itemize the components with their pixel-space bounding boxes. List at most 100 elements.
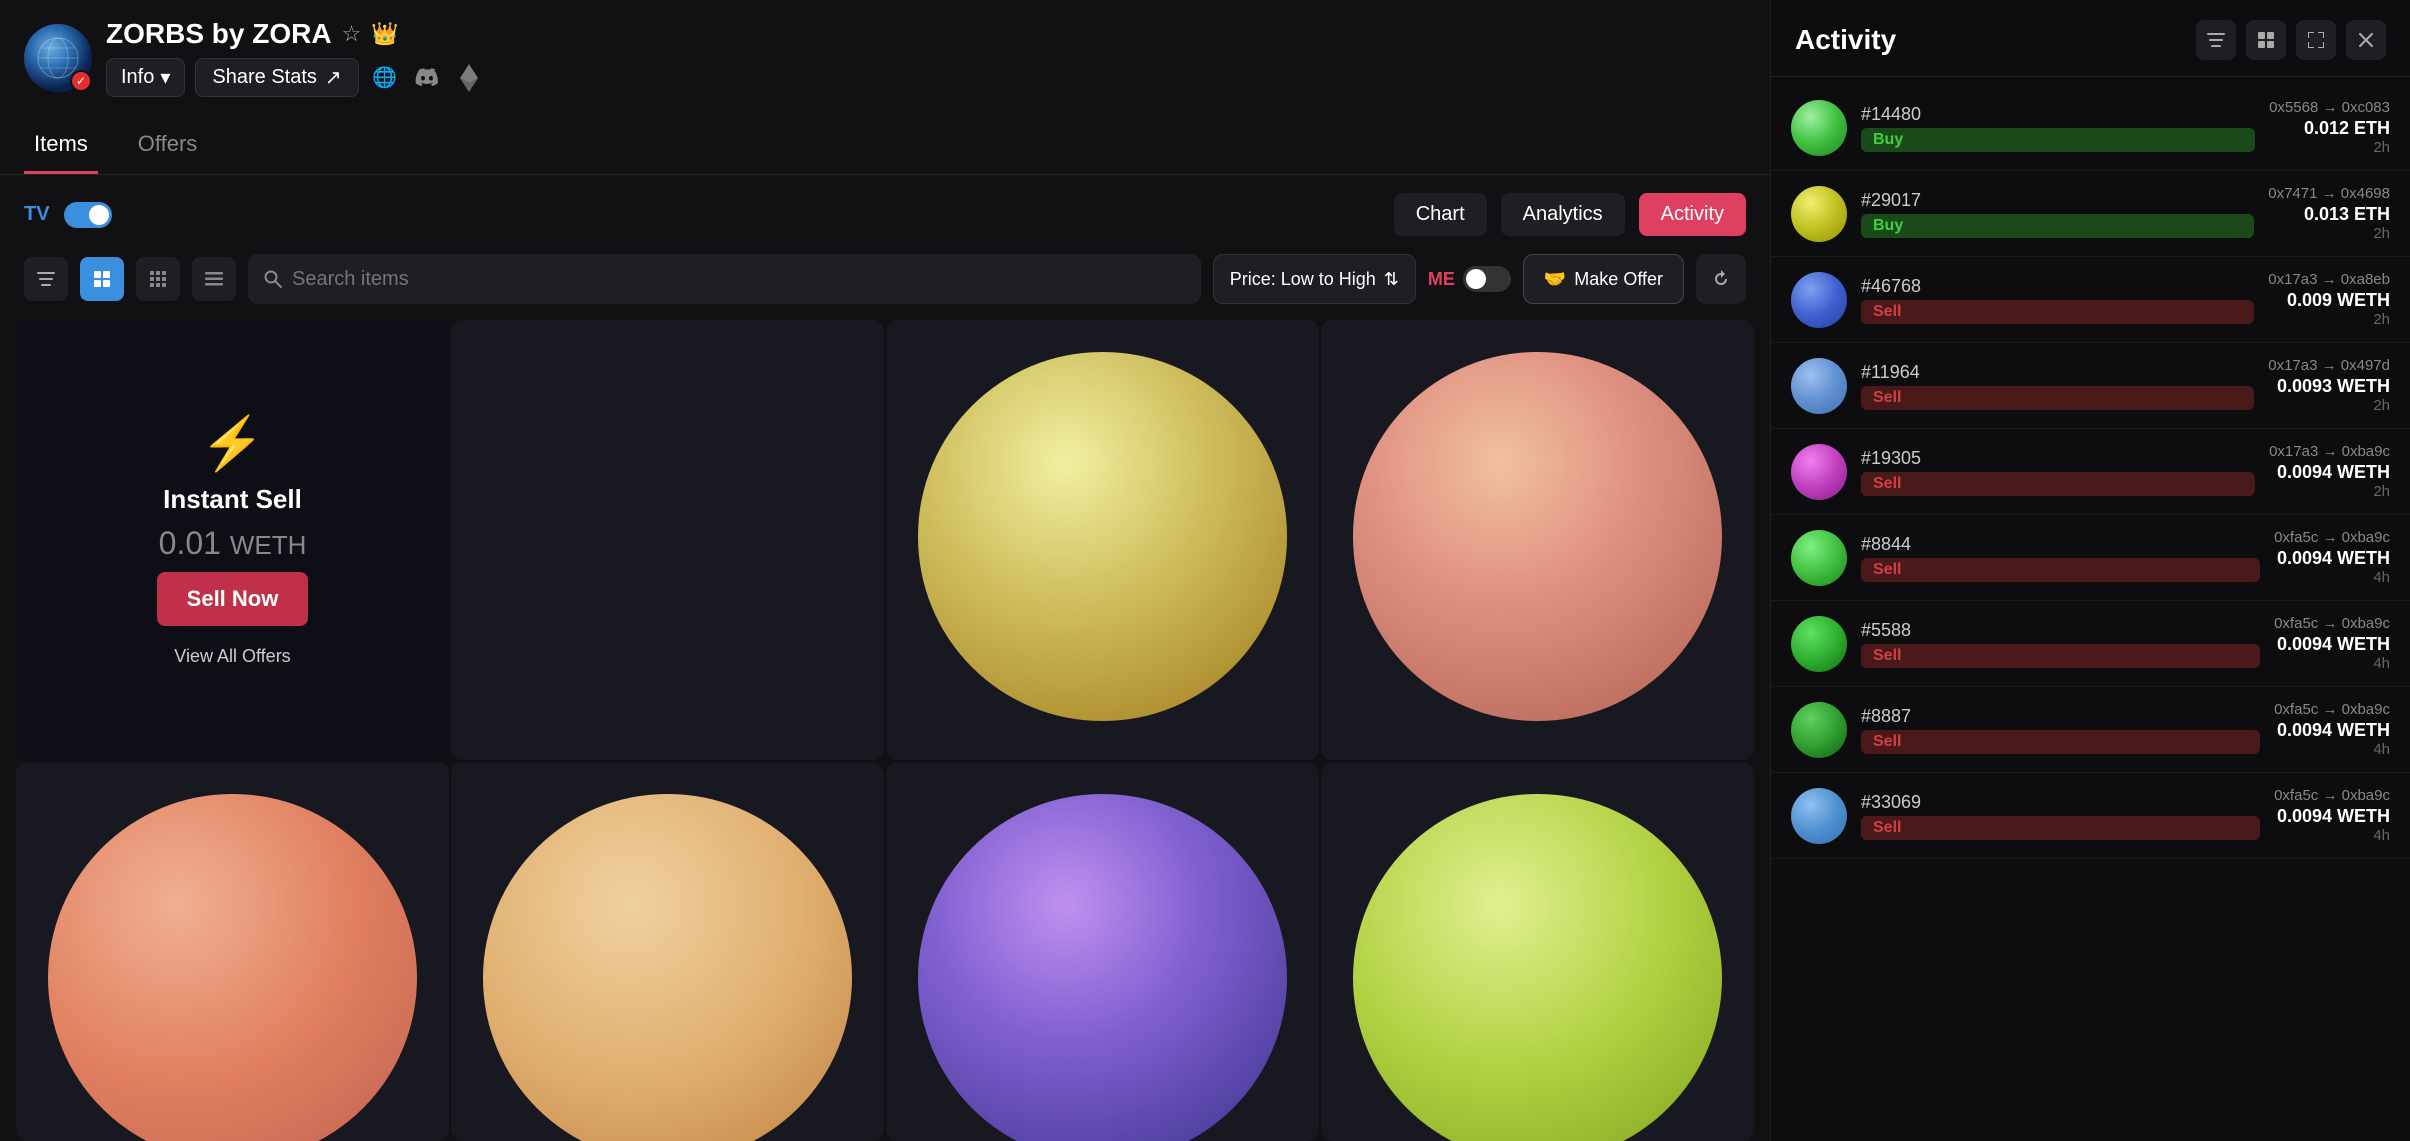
item-card[interactable]: #4159 0.012 ETH Last 0.01 ETH xyxy=(1321,320,1754,760)
toggle-knob xyxy=(89,205,109,225)
me-toggle-switch[interactable] xyxy=(1463,266,1511,292)
collection-title: ZORBS by ZORA xyxy=(106,18,332,50)
sell-now-button[interactable]: Sell Now xyxy=(157,572,309,626)
refresh-button[interactable] xyxy=(1696,254,1746,304)
activity-list: #14480 Buy 0x5568 → 0xc083 0.012 ETH 2h … xyxy=(1771,77,2410,1141)
activity-info: #29017 Buy xyxy=(1861,190,2254,238)
activity-time: 4h xyxy=(2274,655,2390,672)
activity-row[interactable]: #46768 Sell 0x17a3 → 0xa8eb 0.009 WETH 2… xyxy=(1771,257,2410,343)
item-card[interactable]: #23844 0.0119 ETH Last 0.0289 ETH xyxy=(886,320,1319,760)
activity-time: 2h xyxy=(2268,311,2390,328)
activity-type-badge: Sell xyxy=(1861,300,2254,324)
orb-image xyxy=(483,352,851,720)
analytics-button[interactable]: Analytics xyxy=(1501,193,1625,236)
grid-large-button[interactable] xyxy=(80,257,124,301)
activity-tx: 0x17a3 → 0x497d xyxy=(2268,357,2390,374)
orb-image xyxy=(918,794,1286,1141)
activity-tx: 0x7471 → 0x4698 xyxy=(2268,185,2390,202)
activity-amount: 0.0094 WETH xyxy=(2274,548,2390,569)
item-card[interactable] xyxy=(451,762,884,1141)
discord-icon[interactable] xyxy=(411,62,443,94)
activity-row[interactable]: #11964 Sell 0x17a3 → 0x497d 0.0093 WETH … xyxy=(1771,343,2410,429)
instant-sell-price: 0.01 WETH xyxy=(159,525,307,562)
activity-amount: 0.0094 WETH xyxy=(2274,806,2390,827)
items-grid: ⚡ Instant Sell 0.01 WETH Sell Now View A… xyxy=(0,320,1770,1141)
activity-row[interactable]: #8844 Sell 0xfa5c → 0xba9c 0.0094 WETH 4… xyxy=(1771,515,2410,601)
filter-button[interactable] xyxy=(24,257,68,301)
activity-right: 0xfa5c → 0xba9c 0.0094 WETH 4h xyxy=(2274,701,2390,758)
share-stats-button[interactable]: Share Stats ↗ xyxy=(195,58,358,97)
sort-dropdown[interactable]: Price: Low to High ⇅ xyxy=(1213,254,1416,304)
item-card[interactable]: #11964 0.0119 ETH Last 0.0093 WETH xyxy=(451,320,884,760)
expand-activity-button[interactable] xyxy=(2296,20,2336,60)
chart-button[interactable]: Chart xyxy=(1394,193,1487,236)
activity-nft-orb xyxy=(1791,530,1847,586)
activity-nft-id: #46768 xyxy=(1861,276,2254,297)
tab-offers[interactable]: Offers xyxy=(128,115,208,174)
activity-nft-orb xyxy=(1791,616,1847,672)
activity-nft-id: #14480 xyxy=(1861,104,2255,125)
header: ✓ ZORBS by ZORA ☆ 👑 Info ▾ Share Stats ↗ xyxy=(0,0,1770,109)
item-image xyxy=(451,320,884,753)
item-info: #4159 0.012 ETH Last 0.01 ETH xyxy=(1321,753,1754,760)
crown-icon: 👑 xyxy=(371,21,398,47)
orb-image xyxy=(48,794,416,1141)
item-card[interactable] xyxy=(1321,762,1754,1141)
activity-amount: 0.0094 WETH xyxy=(2269,462,2390,483)
activity-type-badge: Sell xyxy=(1861,730,2260,754)
instant-sell-card[interactable]: ⚡ Instant Sell 0.01 WETH Sell Now View A… xyxy=(16,320,449,760)
activity-type-badge: Buy xyxy=(1861,128,2255,152)
activity-right: 0x7471 → 0x4698 0.013 ETH 2h xyxy=(2268,185,2390,242)
me-toggle-area: ME xyxy=(1428,266,1511,292)
item-image xyxy=(16,762,449,1141)
list-view-button[interactable] xyxy=(192,257,236,301)
info-button[interactable]: Info ▾ xyxy=(106,58,185,97)
item-card[interactable] xyxy=(886,762,1319,1141)
header-top: ✓ ZORBS by ZORA ☆ 👑 Info ▾ Share Stats ↗ xyxy=(24,18,1746,97)
orb-image xyxy=(483,794,851,1141)
activity-right: 0xfa5c → 0xba9c 0.0094 WETH 4h xyxy=(2274,529,2390,586)
close-activity-button[interactable] xyxy=(2346,20,2386,60)
grid-activity-button[interactable] xyxy=(2246,20,2286,60)
activity-row[interactable]: #8887 Sell 0xfa5c → 0xba9c 0.0094 WETH 4… xyxy=(1771,687,2410,773)
activity-tx: 0xfa5c → 0xba9c xyxy=(2274,529,2390,546)
make-offer-button[interactable]: 🤝 Make Offer xyxy=(1523,254,1684,304)
activity-row[interactable]: #14480 Buy 0x5568 → 0xc083 0.012 ETH 2h xyxy=(1771,85,2410,171)
activity-row[interactable]: #29017 Buy 0x7471 → 0x4698 0.013 ETH 2h xyxy=(1771,171,2410,257)
activity-nft-orb xyxy=(1791,100,1847,156)
activity-row[interactable]: #19305 Sell 0x17a3 → 0xba9c 0.0094 WETH … xyxy=(1771,429,2410,515)
activity-nft-orb xyxy=(1791,788,1847,844)
items-toolbar: Price: Low to High ⇅ ME 🤝 Make Offer xyxy=(0,254,1770,320)
activity-time: 4h xyxy=(2274,827,2390,844)
website-icon[interactable]: 🌐 xyxy=(369,62,401,94)
activity-time: 4h xyxy=(2274,741,2390,758)
activity-type-badge: Buy xyxy=(1861,214,2254,238)
activity-nft-id: #8887 xyxy=(1861,706,2260,727)
activity-row[interactable]: #5588 Sell 0xfa5c → 0xba9c 0.0094 WETH 4… xyxy=(1771,601,2410,687)
activity-time: 2h xyxy=(2268,397,2390,414)
activity-tx: 0x17a3 → 0xa8eb xyxy=(2268,271,2390,288)
tv-toggle[interactable] xyxy=(64,202,112,228)
activity-type-badge: Sell xyxy=(1861,472,2255,496)
grid-small-button[interactable] xyxy=(136,257,180,301)
search-input[interactable] xyxy=(292,268,1185,291)
tab-items[interactable]: Items xyxy=(24,115,98,174)
star-icon[interactable]: ☆ xyxy=(342,21,362,47)
filter-activity-button[interactable] xyxy=(2196,20,2236,60)
eth-icon[interactable] xyxy=(453,62,485,94)
activity-time: 2h xyxy=(2269,483,2390,500)
header-title-area: ZORBS by ZORA ☆ 👑 Info ▾ Share Stats ↗ 🌐 xyxy=(106,18,485,97)
view-all-offers-link[interactable]: View All Offers xyxy=(174,646,290,667)
activity-row[interactable]: #33069 Sell 0xfa5c → 0xba9c 0.0094 WETH … xyxy=(1771,773,2410,859)
tv-logo: TV xyxy=(24,203,50,226)
info-chevron: ▾ xyxy=(160,65,170,90)
view-toolbar: TV Chart Analytics Activity xyxy=(0,175,1770,254)
item-card[interactable] xyxy=(16,762,449,1141)
activity-tab-button[interactable]: Activity xyxy=(1639,193,1746,236)
activity-type-badge: Sell xyxy=(1861,386,2254,410)
activity-info: #8844 Sell xyxy=(1861,534,2260,582)
activity-tx: 0xfa5c → 0xba9c xyxy=(2274,787,2390,804)
activity-info: #46768 Sell xyxy=(1861,276,2254,324)
item-image xyxy=(1321,320,1754,753)
activity-time: 2h xyxy=(2269,139,2390,156)
